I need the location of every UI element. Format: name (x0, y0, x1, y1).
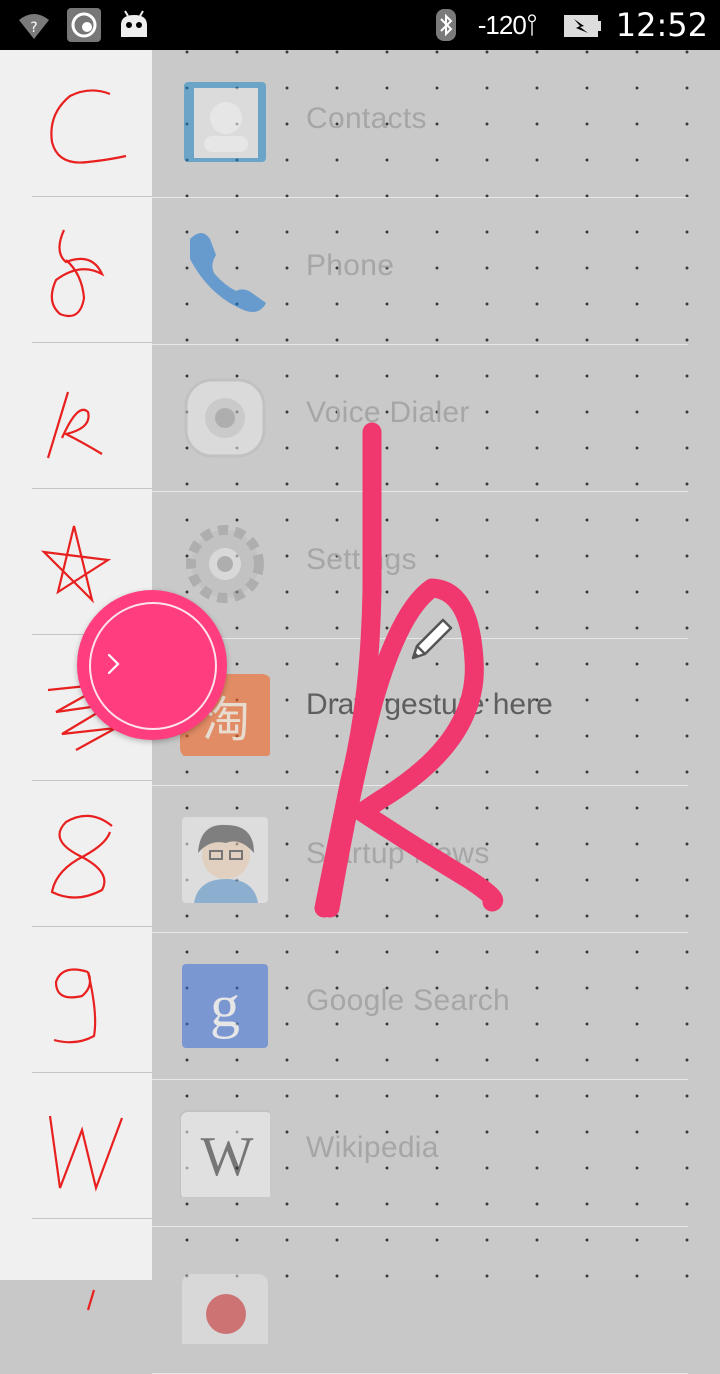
voice-dialer-app-icon (184, 378, 266, 458)
bluetooth-icon (435, 9, 456, 41)
gesture-c-drawing (50, 89, 127, 164)
floating-handle-button[interactable] (77, 590, 227, 740)
gesture-c[interactable] (32, 50, 152, 197)
draw-gesture-hint: Draw gesture here (306, 688, 553, 721)
app-row-contacts[interactable]: Contacts (152, 50, 688, 198)
android-icon (121, 10, 147, 37)
gesture-9-drawing (53, 968, 97, 1044)
cyanogen-icon (67, 8, 101, 42)
gesture-w-drawing (48, 1115, 124, 1192)
gesture-l[interactable] (32, 1218, 152, 1364)
app-row-startup-news[interactable]: Startup News (152, 785, 688, 933)
google-search-app-icon: g (182, 964, 268, 1048)
app-row-google-search[interactable]: g Google Search (152, 932, 688, 1080)
gesture-l-drawing (86, 1289, 96, 1311)
gesture-d-drawing (50, 229, 105, 318)
app-row-phone[interactable]: Phone (152, 197, 688, 345)
app-row-more[interactable] (152, 1226, 688, 1374)
app-label: Settings (306, 543, 417, 576)
app-label: Wikipedia (306, 1131, 439, 1164)
signal-strength-text: -120 (477, 9, 527, 40)
app-icon (182, 1274, 268, 1344)
gesture-8-drawing (50, 814, 113, 899)
gesture-k[interactable] (32, 342, 152, 489)
wikipedia-app-icon: W (180, 1110, 270, 1197)
app-label: Google Search (306, 984, 511, 1017)
gesture-9[interactable] (32, 926, 152, 1073)
app-label: Phone (306, 249, 395, 282)
startup-news-app-icon (182, 817, 268, 903)
battery-charging-icon (563, 15, 601, 37)
svg-text:?: ? (30, 20, 37, 36)
svg-text:g: g (210, 973, 240, 1039)
clock: 12:52 (615, 6, 708, 44)
status-bar: ? -120 12:52 (0, 0, 720, 50)
signal-icon (527, 14, 536, 36)
pen-icon (411, 618, 453, 660)
wifi-question-icon: ? (19, 14, 49, 39)
app-row-wikipedia[interactable]: W Wikipedia (152, 1079, 688, 1227)
phone-app-icon (190, 233, 266, 312)
app-list: Contacts Phone Voice Dialer Settings 淘 S… (152, 50, 720, 1374)
app-row-voice-dialer[interactable]: Voice Dialer (152, 344, 688, 492)
chevron-right-icon (107, 653, 120, 675)
settings-app-icon (186, 525, 264, 603)
gesture-w[interactable] (32, 1072, 152, 1219)
gesture-d[interactable] (32, 196, 152, 343)
contacts-app-icon (184, 82, 266, 162)
app-label: Voice Dialer (306, 396, 470, 429)
gesture-k-drawing (46, 391, 103, 459)
app-label: Startup News (306, 837, 490, 870)
svg-text:W: W (201, 1126, 254, 1188)
app-label: Contacts (306, 102, 427, 135)
gesture-8[interactable] (32, 780, 152, 927)
